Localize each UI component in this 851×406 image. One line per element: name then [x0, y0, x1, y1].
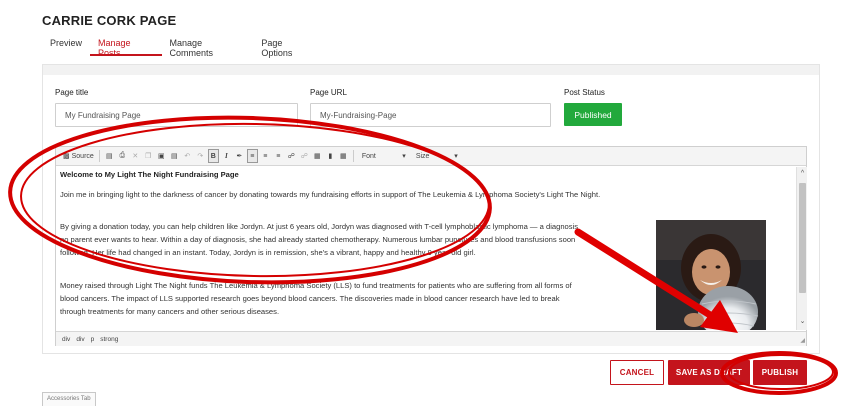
page-title: CARRIE CORK PAGE	[42, 13, 177, 28]
save-as-draft-button[interactable]: SAVE AS DRAFT	[668, 360, 750, 385]
tab-page-options[interactable]: Page Options	[253, 32, 322, 58]
chevron-down-icon: ▾	[402, 153, 406, 160]
scroll-up-icon[interactable]: ^	[797, 170, 808, 177]
source-button[interactable]: ▩ Source	[62, 149, 95, 163]
cancel-button[interactable]: CANCEL	[610, 360, 664, 385]
cut-icon[interactable]: ✕	[130, 149, 141, 163]
editor-toolbar: ▩ Source ▤ ⎙ ✕ ❐ ▣ ▤ ↶ ↷ B I ✒ ≡ ≡ ≡ ☍ ☍…	[56, 147, 806, 166]
tab-manage-comments[interactable]: Manage Comments	[162, 32, 254, 58]
video-icon[interactable]: ▮	[325, 149, 336, 163]
italic-button[interactable]: I	[221, 149, 232, 163]
image-icon[interactable]: ▦	[312, 149, 323, 163]
bold-button[interactable]: B	[207, 149, 219, 163]
page-url-label: Page URL	[310, 88, 347, 97]
size-select-label: Size	[415, 152, 430, 160]
scrollbar-thumb[interactable]	[799, 183, 806, 293]
content-paragraph-line: blood cancers. The impact of LLS support…	[60, 294, 560, 303]
align-left-icon[interactable]: ≡	[246, 149, 258, 163]
bottom-tab[interactable]: Accessories Tab	[42, 392, 96, 406]
align-center-icon[interactable]: ≡	[260, 149, 271, 163]
source-button-label: Source	[71, 152, 94, 160]
align-justify-icon[interactable]: ≡	[273, 149, 284, 163]
panel-header-strip	[43, 65, 819, 75]
editor-content[interactable]: Welcome to My Light The Night Fundraisin…	[56, 167, 796, 330]
path-item[interactable]: div	[76, 336, 84, 343]
editor-vertical-scrollbar[interactable]: ^ ⌄	[796, 167, 807, 330]
content-paragraph-line: followed. Her life had changed in an ins…	[60, 248, 476, 257]
rich-text-editor: ▩ Source ▤ ⎙ ✕ ❐ ▣ ▤ ↶ ↷ B I ✒ ≡ ≡ ≡ ☍ ☍…	[55, 146, 807, 346]
page-title-label: Page title	[55, 88, 89, 97]
paste-icon[interactable]: ▣	[156, 149, 167, 163]
path-item[interactable]: strong	[100, 336, 118, 343]
content-paragraph-line: By giving a donation today, you can help…	[60, 222, 579, 231]
table-icon[interactable]: ▦	[338, 149, 349, 163]
path-item[interactable]: div	[62, 336, 70, 343]
content-heading: Welcome to My Light The Night Fundraisin…	[60, 170, 239, 179]
content-paragraph-line: through treatments for many cancers and …	[60, 307, 280, 316]
girl-with-lantern-photo	[656, 220, 766, 330]
font-select-label: Font	[361, 152, 376, 160]
undo-icon[interactable]: ↶	[182, 149, 193, 163]
post-status-badge[interactable]: Published	[564, 103, 622, 126]
path-item[interactable]: p	[91, 336, 95, 343]
tab-preview[interactable]: Preview	[42, 32, 90, 56]
copy-icon[interactable]: ❐	[143, 149, 154, 163]
source-icon: ▩	[63, 153, 70, 160]
content-paragraph-line: Money raised through Light The Night fun…	[60, 281, 572, 290]
remove-format-icon[interactable]: ✒	[234, 149, 245, 163]
font-select[interactable]: Font ▾	[358, 150, 410, 163]
print-icon[interactable]: ⎙	[117, 149, 128, 163]
toolbar-separator	[98, 150, 100, 162]
paste-text-icon[interactable]: ▤	[169, 149, 180, 163]
page-title-input[interactable]	[55, 103, 298, 127]
scroll-down-icon[interactable]: ⌄	[797, 317, 808, 325]
link-icon[interactable]: ☍	[286, 149, 297, 163]
content-paragraph: Join me in bringing light to the darknes…	[60, 190, 601, 199]
unlink-icon[interactable]: ☍	[299, 149, 310, 163]
size-select[interactable]: Size ▾	[412, 150, 462, 163]
redo-icon[interactable]: ↷	[195, 149, 206, 163]
tab-manage-posts[interactable]: Manage Posts	[90, 32, 162, 58]
post-status-label: Post Status	[564, 88, 605, 97]
content-paragraph-line: no parent ever wants to hear. Within a d…	[60, 235, 576, 244]
resize-handle-icon[interactable]: ◢	[800, 337, 805, 344]
publish-button[interactable]: PUBLISH	[753, 360, 807, 385]
page-url-input[interactable]	[310, 103, 551, 127]
toolbar-separator	[352, 150, 354, 162]
page-tabs: Preview Manage Posts Manage Comments Pag…	[42, 32, 322, 58]
element-path-bar: div div p strong	[56, 331, 806, 346]
chevron-down-icon: ▾	[454, 153, 458, 160]
preview-icon[interactable]: ▤	[104, 149, 115, 163]
